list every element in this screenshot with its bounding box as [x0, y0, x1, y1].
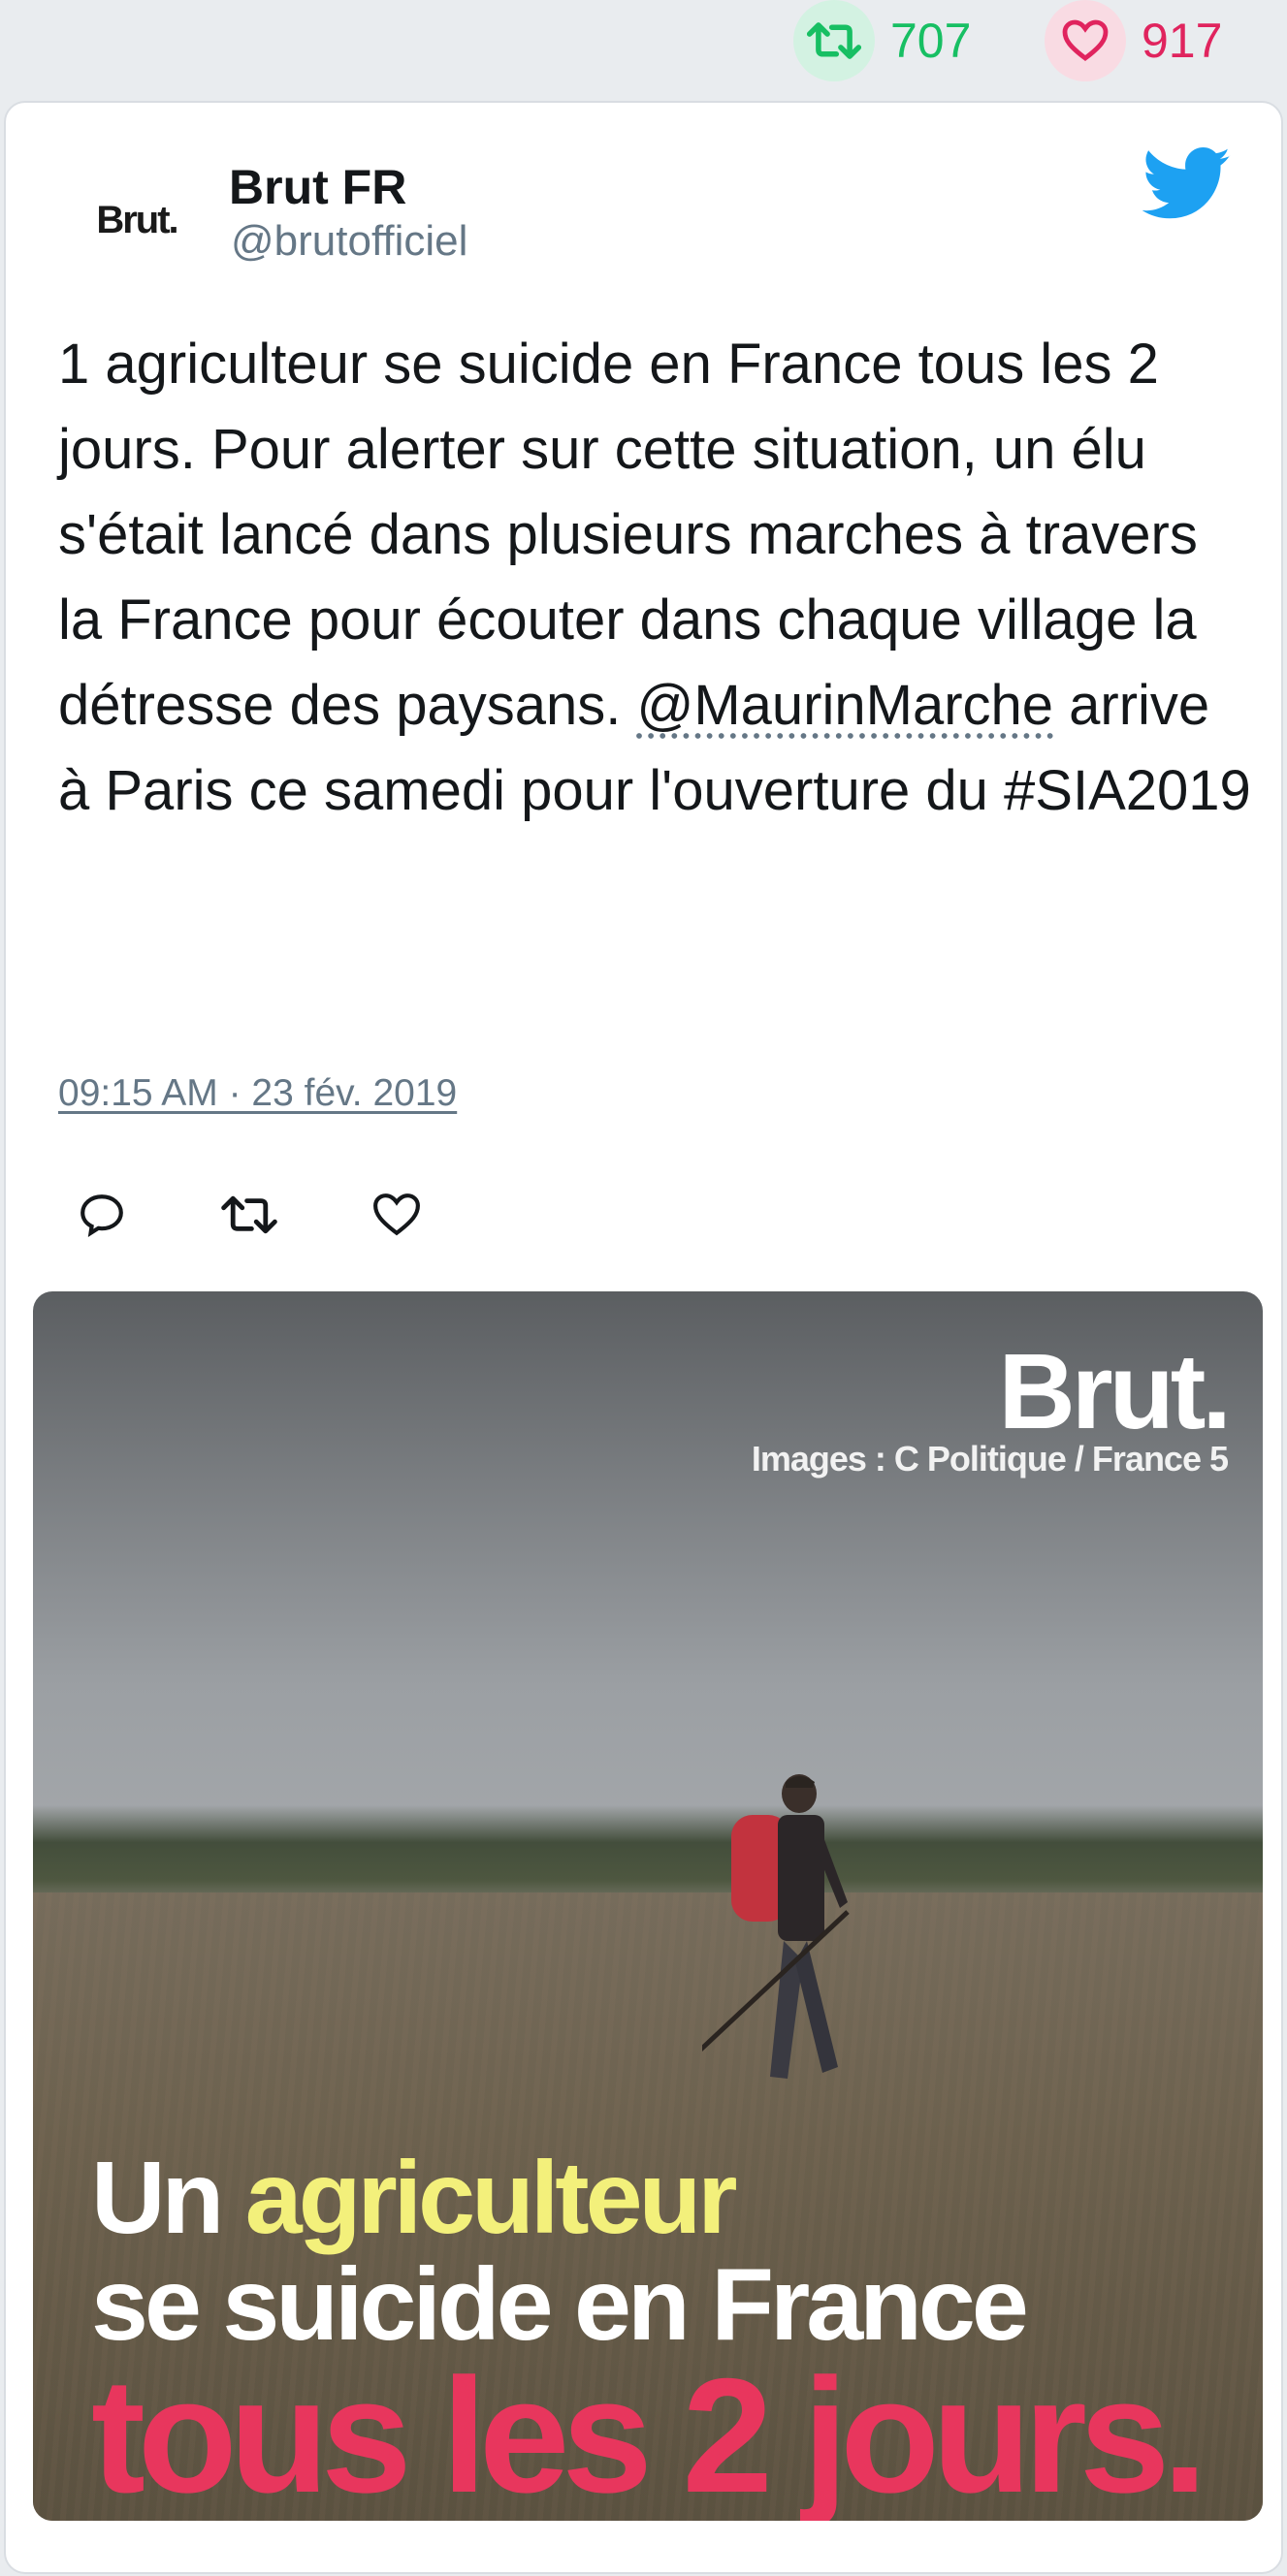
- retweet-count-stat[interactable]: 707: [793, 0, 972, 81]
- retweet-icon: [793, 0, 875, 81]
- mention-link[interactable]: @MaurinMarche: [636, 674, 1053, 737]
- overlay-highlight: agriculteur: [244, 2141, 738, 2255]
- retweet-count: 707: [890, 14, 972, 68]
- retweet-button[interactable]: [221, 1187, 277, 1243]
- tweet-timestamp[interactable]: 09:15 AM · 23 fév. 2019: [58, 1072, 457, 1115]
- heart-icon: [1045, 0, 1126, 81]
- overlay-line-2: se suicide en France: [91, 2247, 1029, 2362]
- retweet-icon: [221, 1195, 277, 1234]
- overlay-line-1: Un agriculteur: [91, 2145, 1255, 2251]
- tweet-media-video[interactable]: Brut. Images : C Politique / France 5 Un…: [33, 1291, 1263, 2521]
- like-count: 917: [1142, 14, 1223, 68]
- media-brand-logo: Brut.: [998, 1332, 1232, 1451]
- tweet-actions: [74, 1187, 425, 1255]
- reply-button[interactable]: [74, 1187, 130, 1243]
- tweet-card: Brut. Brut FR @brutofficiel 1 agriculteu…: [4, 101, 1283, 2574]
- tweet-stats-bar: 707 917: [0, 0, 1287, 97]
- media-overlay-text: Un agriculteur se suicide en France tous…: [91, 2145, 1255, 2521]
- hiker-figure: [702, 1774, 850, 2079]
- twitter-bird-icon[interactable]: [1142, 143, 1232, 225]
- reply-icon: [80, 1194, 123, 1237]
- tweet-text: 1 agriculteur se suicide en France tous …: [58, 322, 1251, 834]
- overlay-word: Un: [91, 2141, 245, 2255]
- like-button[interactable]: [369, 1187, 425, 1243]
- author-name[interactable]: Brut FR: [229, 159, 406, 215]
- tweet-author: Brut. Brut FR @brutofficiel: [6, 103, 1281, 277]
- media-credit: Images : C Politique / France 5: [751, 1439, 1229, 1479]
- like-icon: [373, 1193, 420, 1236]
- author-handle[interactable]: @brutofficiel: [231, 217, 467, 266]
- like-count-stat[interactable]: 917: [1045, 0, 1223, 81]
- avatar[interactable]: Brut.: [83, 186, 190, 254]
- overlay-line-3: tous les 2 jours.: [91, 2344, 1207, 2521]
